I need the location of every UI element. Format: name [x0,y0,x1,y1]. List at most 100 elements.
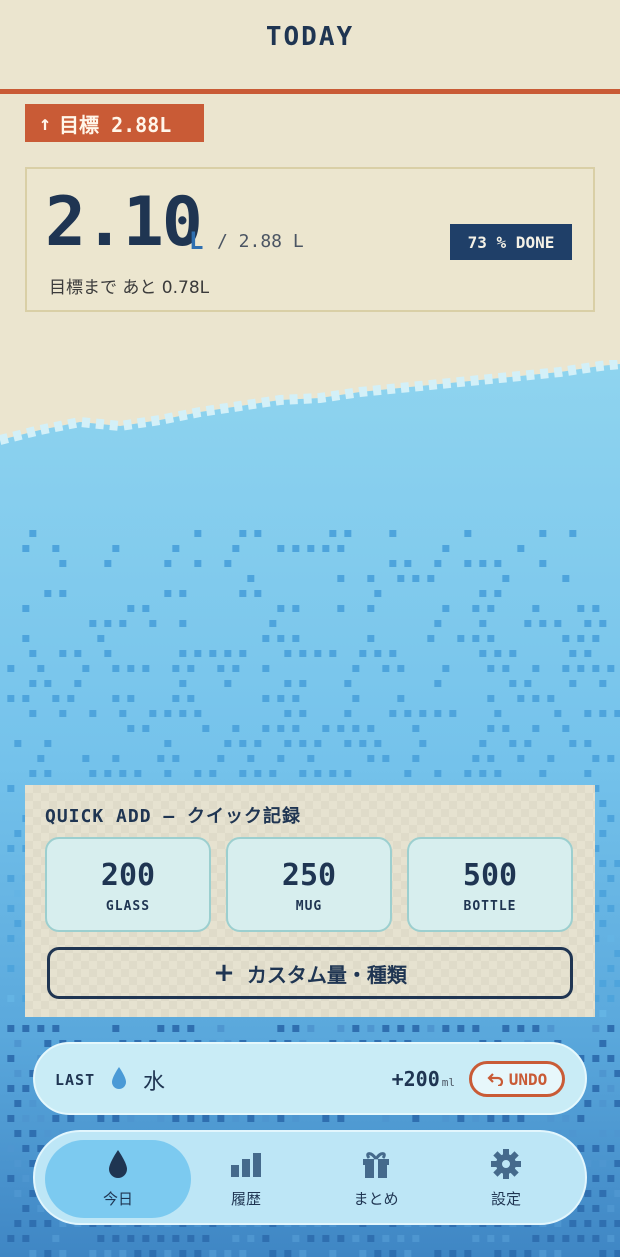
water-pixel [389,650,397,657]
water-pixel [599,1220,607,1227]
nav-item-summary[interactable]: まとめ [326,1148,426,1209]
water-pixel [194,710,202,717]
water-pixel [37,755,45,762]
water-pixel [607,755,615,762]
water-pixel [599,800,607,807]
custom-add-button[interactable]: + カスタム量・種類 [47,947,573,999]
water-pixel [434,560,442,567]
water-pixel [607,1145,615,1152]
water-pixel [89,620,97,627]
water-pixel [344,770,352,777]
water-pixel [329,530,337,537]
water-pixel [67,695,75,702]
water-pixel [584,710,592,717]
water-pixel [479,650,487,657]
water-pixel [307,545,315,552]
water-pixel [502,1235,510,1242]
water-pixel [397,1025,405,1032]
water-pixel [97,635,105,642]
water-pixel [569,650,577,657]
water-pixel [254,590,262,597]
water-pixel [119,710,127,717]
water-pixel [592,1145,600,1152]
water-pixel [517,1115,525,1122]
water-pixel [554,620,562,627]
quick-add-label: BOTTLE [463,899,517,914]
water-pixel [299,1250,307,1257]
quick-add-title: QUICK ADD — クイック記録 [45,806,302,827]
water-pixel [479,560,487,567]
water-pixel [277,1025,285,1032]
water-pixel [59,590,67,597]
water-pixel [127,605,135,612]
water-pixel [382,665,390,672]
water-pixel [599,620,607,627]
water-pixel [592,1175,600,1182]
water-pixel [337,1115,345,1122]
water-pixel [599,1100,607,1107]
water-pixel [329,650,337,657]
quick-add-amount: 200 [100,858,156,893]
water-pixel [592,755,600,762]
water-pixel [367,605,375,612]
water-pixel [479,740,487,747]
water-pixel [119,770,127,777]
water-pixel [22,635,30,642]
water-pixel [172,1025,180,1032]
water-pixel [52,695,60,702]
water-pixel [517,545,525,552]
water-pixel [614,710,620,717]
water-pixel [464,1250,472,1257]
water-pixel [142,605,150,612]
water-pixel [179,620,187,627]
water-pixel [599,890,607,897]
water-pixel [232,545,240,552]
water-pixel [502,575,510,582]
water-pixel [14,920,22,927]
water-pixel [367,755,375,762]
water-pixel [232,1115,240,1122]
water-pixel [277,695,285,702]
water-pixel [52,1025,60,1032]
water-pixel [397,1235,405,1242]
water-pixel [22,605,30,612]
water-pixel [607,1055,615,1062]
quick-add-mug-button[interactable]: 250 MUG [226,837,392,932]
water-pixel [97,1235,105,1242]
water-pixel [352,695,360,702]
water-pixel [599,1010,607,1017]
water-pixel [112,545,120,552]
water-pixel [599,1070,607,1077]
water-pixel [487,1235,495,1242]
water-pixel [127,665,135,672]
water-pixel [412,725,420,732]
water-pixel [337,605,345,612]
water-pixel [89,770,97,777]
water-pixel [494,590,502,597]
undo-button[interactable]: UNDO [469,1061,565,1097]
undo-label: UNDO [508,1069,548,1089]
water-pixel [299,710,307,717]
water-pixel [337,725,345,732]
water-pixel [292,725,300,732]
water-pixel [209,1250,217,1257]
water-pixel [299,650,307,657]
quick-add-glass-button[interactable]: 200 GLASS [45,837,211,932]
quick-add-bottle-button[interactable]: 500 BOTTLE [407,837,573,932]
water-pixel [382,1115,390,1122]
water-pixel [59,650,67,657]
water-pixel [7,845,15,852]
water-pixel [532,725,540,732]
water-pixel [284,710,292,717]
water-pixel [307,755,315,762]
water-pixel [7,1175,15,1182]
nav-item-today[interactable]: 今日 [68,1148,168,1209]
water-pixel [187,1115,195,1122]
water-pixel [284,650,292,657]
water-pixel [607,935,615,942]
nav-item-settings[interactable]: 設定 [456,1148,556,1209]
nav-item-history[interactable]: 履歴 [196,1148,296,1209]
water-pixel [607,1175,615,1182]
water-pixel [472,635,480,642]
water-pixel [44,590,52,597]
